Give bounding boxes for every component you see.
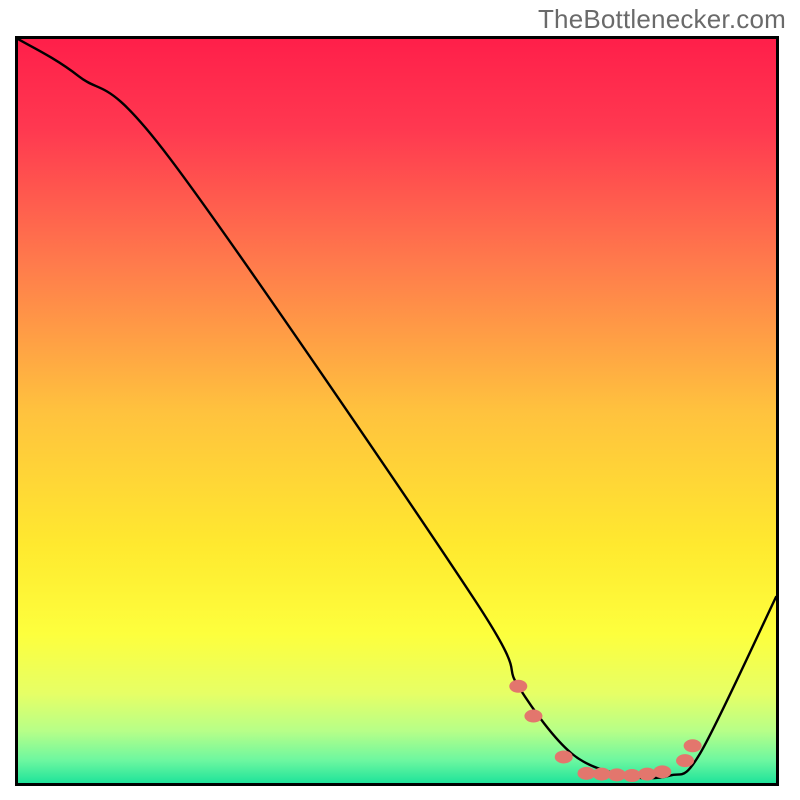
plot-border xyxy=(15,36,779,786)
attribution-label: TheBottlenecker.com xyxy=(538,4,786,35)
chart-container: TheBottlenecker.com xyxy=(0,0,800,800)
